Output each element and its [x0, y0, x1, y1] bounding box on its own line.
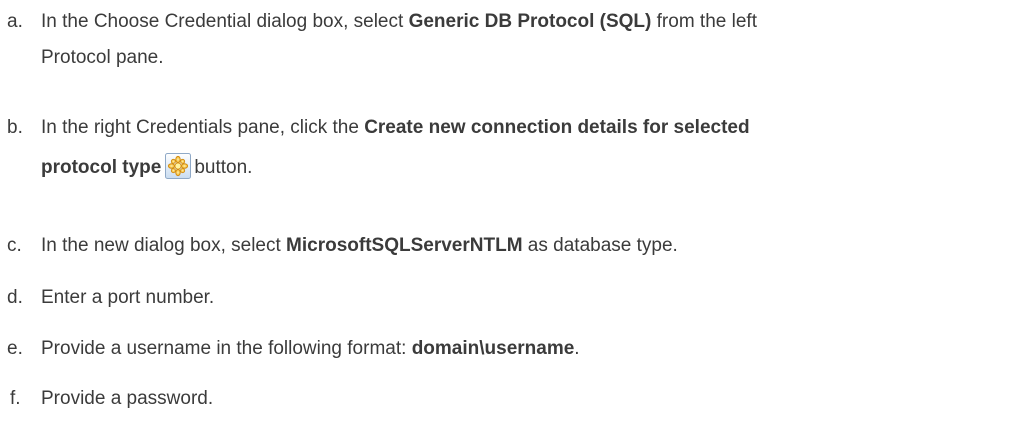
ui-term-protocol-type: protocol type [41, 157, 162, 178]
step-text: In the Choose Credential dialog box, sel… [41, 4, 1021, 76]
step-text-run: from the left [651, 11, 757, 32]
step-line: In the new dialog box, select MicrosoftS… [41, 228, 1021, 264]
step-text-run: Provide a password. [41, 388, 214, 409]
step-text-run: Enter a port number. [41, 287, 215, 308]
step-marker: c. [7, 235, 22, 256]
step-text-run: as database type. [522, 235, 678, 256]
step-text-run: In the new dialog box, select [41, 235, 287, 256]
step-line: In the right Credentials pane, click the… [41, 110, 1021, 146]
step-text: In the new dialog box, select MicrosoftS… [41, 228, 1021, 264]
step-text: Enter a port number. [41, 280, 1021, 316]
step-line: Provide a password. [41, 381, 1021, 417]
ui-term-username-format: domain\username [411, 338, 575, 359]
step-text-run: Provide a username in the following form… [41, 338, 412, 359]
ui-term-generic-db-protocol: Generic DB Protocol (SQL) [408, 11, 652, 32]
step-text-run: In the right Credentials pane, click the [41, 117, 365, 138]
step-marker: f. [10, 388, 21, 409]
step-text-run: . [574, 338, 580, 359]
step-marker: d. [7, 287, 23, 308]
step-marker: a. [7, 11, 23, 32]
ui-term-database-type: MicrosoftSQLServerNTLM [286, 235, 523, 256]
step-text-run: In the Choose Credential dialog box, sel… [41, 11, 409, 32]
step-line: protocol type button. [41, 150, 1021, 186]
step-line: Provide a username in the following form… [41, 331, 1021, 367]
step-text-run: Protocol pane. [41, 47, 164, 68]
instruction-steps-list: a. In the Choose Credential dialog box, … [0, 0, 1027, 424]
step-text: Provide a password. [41, 381, 1021, 417]
create-new-connection-icon [165, 153, 192, 179]
step-marker: b. [7, 117, 23, 138]
step-text: In the right Credentials pane, click the… [41, 110, 1021, 186]
step-text: Provide a username in the following form… [41, 331, 1021, 367]
ui-term-create-new-connection: Create new connection details for select… [364, 117, 750, 138]
step-line: Enter a port number. [41, 280, 1021, 316]
step-text-run: button. [194, 157, 253, 178]
step-line: Protocol pane. [41, 40, 1021, 76]
step-line: In the Choose Credential dialog box, sel… [41, 4, 1021, 40]
step-marker: e. [7, 338, 23, 359]
